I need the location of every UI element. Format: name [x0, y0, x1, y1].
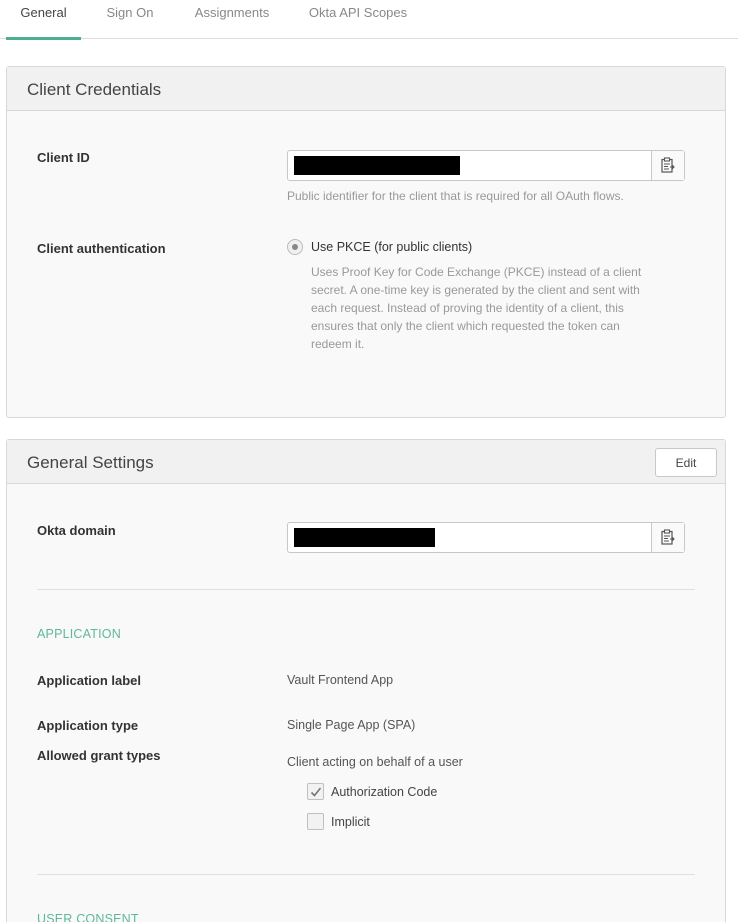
tab-okta-api-scopes[interactable]: Okta API Scopes [300, 0, 416, 39]
okta-domain-label: Okta domain [37, 523, 116, 538]
app-type-label: Application type [37, 718, 139, 733]
tab-assignments[interactable]: Assignments [184, 0, 280, 39]
app-label-label: Application label [37, 673, 142, 688]
pkce-help: Uses Proof Key for Code Exchange (PKCE) … [311, 265, 642, 351]
authorization-code-label: Authorization Code [331, 785, 438, 799]
panel-header: Client Credentials [7, 67, 725, 111]
clipboard-icon [661, 529, 675, 545]
tab-general[interactable]: General [6, 0, 81, 40]
edit-button[interactable]: Edit [655, 448, 717, 477]
divider [37, 589, 695, 590]
redacted-value [294, 156, 460, 175]
user-consent-section-heading: USER CONSENT [37, 912, 139, 922]
authorization-code-checkbox[interactable] [307, 783, 324, 800]
divider [37, 874, 695, 875]
clipboard-icon [661, 157, 675, 173]
copy-okta-domain-button[interactable] [651, 523, 684, 552]
app-label-value: Vault Frontend App [287, 673, 394, 687]
pkce-radio[interactable] [287, 239, 303, 255]
tab-bar: General Sign On Assignments Okta API Sco… [0, 0, 738, 40]
grant-types-subheading: Client acting on behalf of a user [287, 755, 463, 769]
client-id-field[interactable] [287, 150, 685, 181]
application-section-heading: APPLICATION [37, 627, 121, 641]
tab-sign-on[interactable]: Sign On [96, 0, 164, 39]
client-id-label: Client ID [37, 150, 90, 165]
grant-types-label: Allowed grant types [37, 748, 161, 763]
app-type-value: Single Page App (SPA) [287, 718, 416, 732]
client-auth-label: Client authentication [37, 241, 166, 256]
pkce-label: Use PKCE (for public clients) [311, 240, 473, 254]
redacted-value [294, 528, 435, 547]
client-credentials-panel: Client Credentials Client ID Public iden… [6, 66, 726, 418]
okta-domain-field[interactable] [287, 522, 685, 553]
checkmark-icon [310, 787, 322, 797]
panel-header: General Settings Edit [7, 440, 725, 484]
panel-title: General Settings [27, 453, 154, 472]
implicit-checkbox[interactable] [307, 813, 324, 830]
panel-title: Client Credentials [27, 80, 162, 99]
copy-client-id-button[interactable] [651, 151, 684, 180]
client-id-help: Public identifier for the client that is… [287, 189, 624, 203]
general-settings-panel: General Settings Edit Okta domain APPLIC… [6, 439, 726, 922]
implicit-label: Implicit [331, 815, 370, 829]
